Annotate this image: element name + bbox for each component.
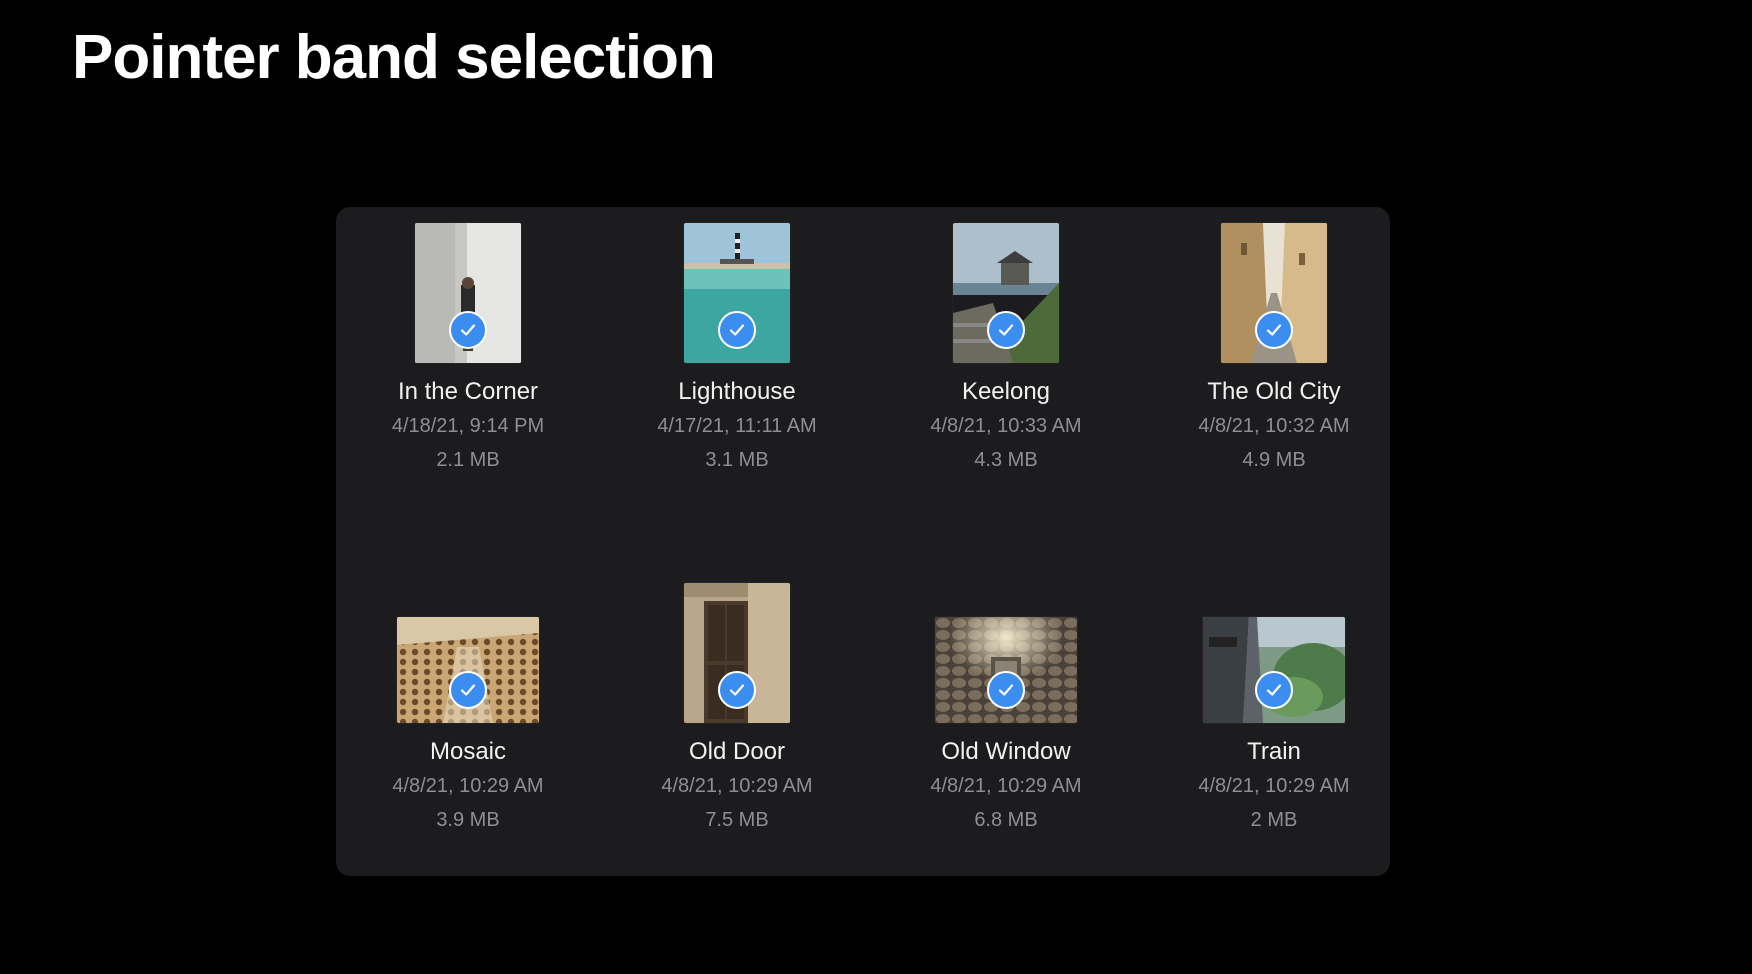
file-item-train[interactable]: Train 4/8/21, 10:29 AM 2 MB [1174,575,1374,875]
file-size: 6.8 MB [974,809,1038,831]
file-item-the-old-city[interactable]: The Old City 4/8/21, 10:32 AM 4.9 MB [1174,215,1374,515]
file-name: Mosaic [429,738,507,765]
file-size: 7.5 MB [705,809,769,831]
file-name: Lighthouse [678,378,796,405]
file-date: 4/8/21, 10:32 AM [1198,415,1350,437]
checkmark-circle-icon[interactable] [718,311,756,349]
file-date: 4/17/21, 11:11 AM [657,415,817,437]
file-item-in-the-corner[interactable]: In the Corner 4/18/21, 9:14 PM 2.1 MB [368,215,568,515]
file-name: Keelong [961,378,1051,405]
file-item-old-window[interactable]: Old Window 4/8/21, 10:29 AM 6.8 MB [906,575,1106,875]
file-name: The Old City [1207,378,1341,405]
file-size: 3.1 MB [705,449,769,471]
file-item-old-door[interactable]: Old Door 4/8/21, 10:29 AM 7.5 MB [637,575,837,875]
file-date: 4/8/21, 10:29 AM [392,775,544,797]
checkmark-circle-icon[interactable] [987,671,1025,709]
file-name: Old Door [688,738,786,765]
file-item-keelong[interactable]: Keelong 4/8/21, 10:33 AM 4.3 MB [906,215,1106,515]
file-date: 4/18/21, 9:14 PM [391,415,545,437]
file-size: 4.9 MB [1242,449,1306,471]
file-size: 2.1 MB [436,449,500,471]
file-size: 3.9 MB [436,809,500,831]
checkmark-circle-icon[interactable] [449,671,487,709]
file-name: In the Corner [397,378,539,405]
file-size: 2 MB [1250,809,1298,831]
file-date: 4/8/21, 10:29 AM [661,775,813,797]
file-item-mosaic[interactable]: Mosaic 4/8/21, 10:29 AM 3.9 MB [368,575,568,875]
checkmark-circle-icon[interactable] [718,671,756,709]
file-date: 4/8/21, 10:29 AM [930,775,1082,797]
checkmark-circle-icon[interactable] [449,311,487,349]
checkmark-circle-icon[interactable] [1255,311,1293,349]
file-name: Train [1247,738,1301,765]
file-size: 4.3 MB [974,449,1038,471]
file-date: 4/8/21, 10:29 AM [1198,775,1350,797]
file-name: Old Window [941,738,1071,765]
file-browser-panel[interactable]: In the Corner 4/18/21, 9:14 PM 2.1 MB Li… [336,207,1390,876]
file-item-lighthouse[interactable]: Lighthouse 4/17/21, 11:11 AM 3.1 MB [637,215,837,515]
checkmark-circle-icon[interactable] [987,311,1025,349]
slide-title: Pointer band selection [72,23,716,92]
file-grid: In the Corner 4/18/21, 9:14 PM 2.1 MB Li… [336,207,1390,876]
checkmark-circle-icon[interactable] [1255,671,1293,709]
file-date: 4/8/21, 10:33 AM [930,415,1082,437]
